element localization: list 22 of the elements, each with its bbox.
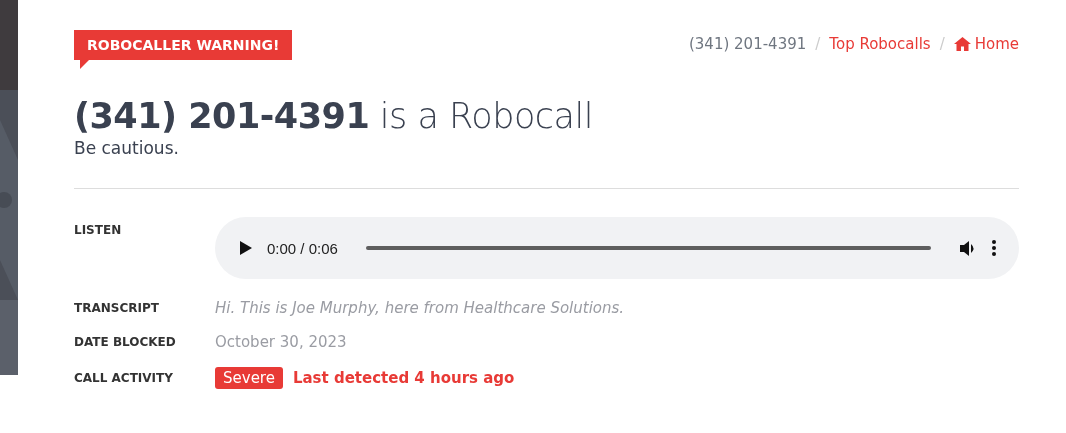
more-options-icon[interactable]	[991, 240, 997, 256]
transcript-text: Hi. This is Joe Murphy, here from Healthcare Solutions.	[215, 299, 626, 317]
subheading: Be cautious.	[74, 138, 180, 158]
last-detected-text: Last detected 4 hours ago	[292, 369, 515, 387]
warning-badge: ROBOCALLER WARNING!	[74, 30, 293, 60]
detail-label: DATE BLOCKED	[74, 335, 177, 349]
severity-badge: Severe	[215, 367, 283, 389]
date-value: October 30, 2023	[215, 333, 348, 351]
breadcrumb-separator: /	[815, 35, 821, 53]
breadcrumb-link[interactable]: Home	[953, 35, 1019, 53]
home-icon	[953, 37, 971, 51]
progress-track[interactable]	[365, 246, 931, 250]
breadcrumb-separator: /	[939, 35, 945, 53]
badge-tail-icon	[80, 60, 89, 69]
breadcrumb-current: (341) 201-4391	[688, 35, 807, 53]
detail-label: TRANSCRIPT	[74, 301, 160, 315]
play-button[interactable]	[239, 240, 253, 256]
time-readout: 0:00 / 0:06	[267, 239, 338, 257]
detail-label: CALL ACTIVITY	[74, 371, 174, 385]
detail-label: LISTEN	[74, 223, 123, 237]
page-heading: (341) 201-4391 is a Robocall	[74, 96, 594, 136]
breadcrumb-link[interactable]: Top Robocalls	[829, 35, 931, 53]
